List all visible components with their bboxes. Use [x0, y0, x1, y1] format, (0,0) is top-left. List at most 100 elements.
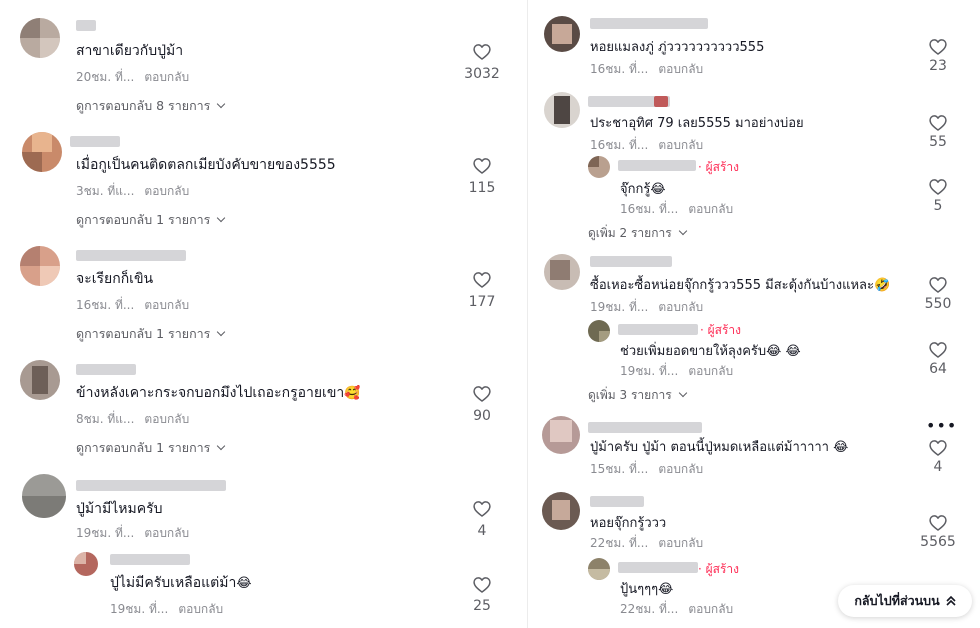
reply-button[interactable]: ตอบกลับ: [658, 462, 703, 476]
heart-icon[interactable]: [472, 270, 492, 290]
heart-icon[interactable]: [472, 499, 492, 519]
comment-text: สาขาเดียวกับปู่ม้า: [76, 43, 184, 59]
avatar[interactable]: [544, 16, 580, 52]
avatar[interactable]: [544, 92, 580, 128]
reply-button[interactable]: ตอบกลับ: [658, 62, 703, 76]
creator-badge: · ผู้สร้าง: [700, 323, 742, 337]
comment-text: ประชาอุทิศ 79 เลย5555 มาอย่างบ่อย: [590, 116, 804, 131]
username-blurred[interactable]: [590, 256, 672, 267]
avatar[interactable]: [74, 552, 98, 576]
view-more-replies-button[interactable]: ดูเพิ่ม 3 รายการ: [588, 386, 687, 405]
comment-text: ปู่ม้ามีไหมครับ: [76, 501, 163, 517]
chevron-down-icon: [678, 226, 687, 236]
comment-time: 16ชม. ที่...: [620, 202, 679, 216]
heart-icon[interactable]: [472, 575, 492, 595]
reply-button[interactable]: ตอบกลับ: [144, 412, 189, 426]
reply-button[interactable]: ตอบกลับ: [144, 298, 189, 312]
reply-button[interactable]: ตอบกลับ: [658, 536, 703, 550]
like-count: 550: [924, 296, 952, 312]
ellipsis-icon[interactable]: •••: [926, 416, 957, 435]
username-blurred[interactable]: [588, 422, 702, 433]
view-replies-button[interactable]: ดูการตอบกลับ 8 รายการ: [76, 96, 226, 116]
heart-icon[interactable]: [928, 340, 948, 360]
avatar[interactable]: [544, 254, 580, 290]
comments-column-right: หอยแมลงภู่ ภู่วววววววววว555 16ชม. ที่...…: [530, 0, 980, 628]
heart-icon[interactable]: [472, 156, 492, 176]
like-count: 25: [473, 598, 491, 614]
reply-button[interactable]: ตอบกลับ: [688, 202, 733, 216]
double-chevron-up-icon: [946, 595, 956, 606]
comment-text: หอยจุ๊กกรู้ววว: [590, 516, 667, 531]
reply-item: · ผู้สร้าง ช่วยเพิ่มยอดขายให้ลุงครับ😂 😂 …: [530, 316, 980, 406]
avatar[interactable]: [542, 492, 580, 530]
reply-button[interactable]: ตอบกลับ: [144, 526, 189, 540]
reply-button[interactable]: ตอบกลับ: [144, 184, 189, 198]
comment-meta: 22ชม. ที่... ตอบกลับ: [620, 600, 733, 619]
username-blurred[interactable]: [76, 364, 136, 375]
comment-meta: 19ชม. ที่... ตอบกลับ: [620, 362, 733, 381]
avatar[interactable]: [588, 320, 610, 342]
reply-button[interactable]: ตอบกลับ: [658, 138, 703, 152]
view-replies-button[interactable]: ดูการตอบกลับ 1 รายการ: [76, 210, 226, 230]
comment-time: 8ชม. ที่แ...: [76, 412, 135, 426]
heart-icon[interactable]: [472, 384, 492, 404]
heart-icon[interactable]: [472, 42, 492, 62]
back-to-top-button[interactable]: กลับไปที่ส่วนบน: [838, 585, 972, 617]
heart-icon[interactable]: [928, 113, 948, 133]
comment-meta: 22ชม. ที่... ตอบกลับ: [590, 534, 703, 553]
username-blurred[interactable]: [76, 480, 226, 491]
username-blurred[interactable]: [76, 250, 186, 261]
reply-button[interactable]: ตอบกลับ: [144, 70, 189, 84]
chevron-down-icon: [217, 213, 226, 223]
reply-button[interactable]: ตอบกลับ: [178, 602, 223, 616]
username-blurred[interactable]: [590, 18, 708, 29]
heart-icon[interactable]: [928, 177, 948, 197]
reply-text-body: ปู่ไม่มีครับเหลือแต่ม้า: [110, 575, 237, 591]
username-blurred[interactable]: [618, 562, 698, 573]
like-count: 23: [929, 58, 947, 74]
view-more-label: ดูเพิ่ม 2 รายการ: [588, 226, 672, 240]
view-replies-button[interactable]: ดูการตอบกลับ 1 รายการ: [76, 438, 226, 458]
avatar[interactable]: [22, 132, 62, 172]
avatar[interactable]: [22, 474, 66, 518]
chevron-down-icon: [217, 327, 226, 337]
reply-button[interactable]: ตอบกลับ: [688, 364, 733, 378]
heart-icon[interactable]: [928, 513, 948, 533]
heart-icon[interactable]: [928, 275, 948, 295]
comment-text: ข้างหลังเคาะกระจกบอกมึงไปเถอะกรูอายเขา🥰: [76, 382, 360, 404]
comment-item: ประชาอุทิศ 79 เลย5555 มาอย่างบ่อย 16ชม. …: [530, 76, 980, 152]
username-blurred[interactable]: [76, 20, 96, 31]
view-more-label: ดูเพิ่ม 3 รายการ: [588, 388, 672, 402]
reply-button[interactable]: ตอบกลับ: [658, 300, 703, 314]
comment-time: 19ชม. ที่...: [76, 526, 135, 540]
username-blurred[interactable]: [618, 324, 698, 335]
chevron-down-icon: [217, 99, 226, 109]
username-blurred[interactable]: [110, 554, 190, 565]
avatar[interactable]: [588, 156, 610, 178]
avatar[interactable]: [542, 416, 580, 454]
comment-time: 16ชม. ที่...: [590, 138, 649, 152]
avatar[interactable]: [20, 360, 60, 400]
emoji: 😂 😂: [766, 344, 801, 359]
avatar[interactable]: [20, 246, 60, 286]
heart-icon[interactable]: [928, 37, 948, 57]
username-blurred[interactable]: [70, 136, 120, 147]
avatar[interactable]: [588, 558, 610, 580]
comment-item: ••• ปู่ม้าครับ ปู่ม้า ตอนนี้ปู่หมดเหลือแ…: [530, 406, 980, 482]
like-count: 3032: [464, 66, 500, 82]
column-divider: [527, 0, 528, 628]
like-count: 4: [477, 523, 487, 539]
avatar[interactable]: [20, 18, 60, 58]
comment-text: จะเรียกก็เขิน: [76, 271, 154, 287]
comment-text-body: ข้างหลังเคาะกระจกบอกมึงไปเถอะกรูอายเขา: [76, 385, 345, 401]
heart-icon[interactable]: [928, 438, 948, 458]
view-replies-button[interactable]: ดูการตอบกลับ 1 รายการ: [76, 324, 226, 344]
like-count: 64: [929, 361, 947, 377]
username-blurred[interactable]: [590, 496, 644, 507]
username-blurred[interactable]: [618, 160, 696, 171]
emoji: 🥰: [344, 386, 361, 401]
reply-button[interactable]: ตอบกลับ: [688, 602, 733, 616]
reply-text: ช่วยเพิ่มยอดขายให้ลุงครับ😂 😂: [620, 340, 801, 361]
view-replies-label: ดูการตอบกลับ 1 รายการ: [76, 212, 211, 227]
reply-text-body: ปู้นๆๆๆ: [620, 582, 659, 597]
